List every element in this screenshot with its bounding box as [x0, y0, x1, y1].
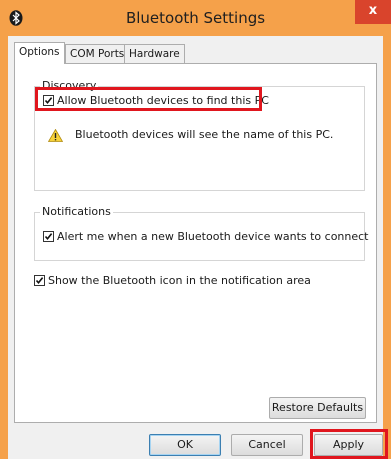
alert-connect-label: Alert me when a new Bluetooth device wan… — [57, 229, 369, 243]
restore-defaults-button[interactable]: Restore Defaults — [269, 397, 366, 419]
show-icon-label: Show the Bluetooth icon in the notificat… — [48, 273, 311, 287]
alert-connect-checkbox[interactable] — [43, 230, 54, 242]
tab-hardware[interactable]: Hardware — [124, 44, 185, 63]
close-icon: x — [368, 3, 378, 18]
ok-button[interactable]: OK — [149, 434, 221, 456]
bluetooth-settings-window: Bluetooth Settings x Options COM Ports H… — [0, 0, 391, 459]
notifications-group: Notifications Alert me when a new Blueto… — [34, 205, 369, 261]
close-button[interactable]: x — [355, 0, 391, 24]
title-bar[interactable]: Bluetooth Settings x — [0, 0, 391, 36]
highlight-allow-discovery — [35, 87, 262, 111]
notifications-group-title: Notifications — [40, 205, 113, 218]
show-icon-checkbox[interactable] — [34, 274, 45, 286]
window-title: Bluetooth Settings — [125, 9, 266, 27]
show-icon-option[interactable]: Show the Bluetooth icon in the notificat… — [34, 273, 311, 287]
tab-options[interactable]: Options — [14, 42, 65, 64]
discovery-warning-text: Bluetooth devices will see the name of t… — [75, 128, 334, 141]
tab-com-ports[interactable]: COM Ports — [65, 44, 130, 63]
warning-icon — [48, 129, 63, 142]
cancel-button[interactable]: Cancel — [231, 434, 303, 456]
checkmark-icon — [35, 276, 44, 284]
checkmark-icon — [44, 232, 53, 240]
highlight-apply-button — [310, 429, 388, 459]
options-tab-panel: Discovery Allow Bluetooth devices to fin… — [14, 63, 377, 423]
alert-connect-option[interactable]: Alert me when a new Bluetooth device wan… — [43, 229, 369, 243]
